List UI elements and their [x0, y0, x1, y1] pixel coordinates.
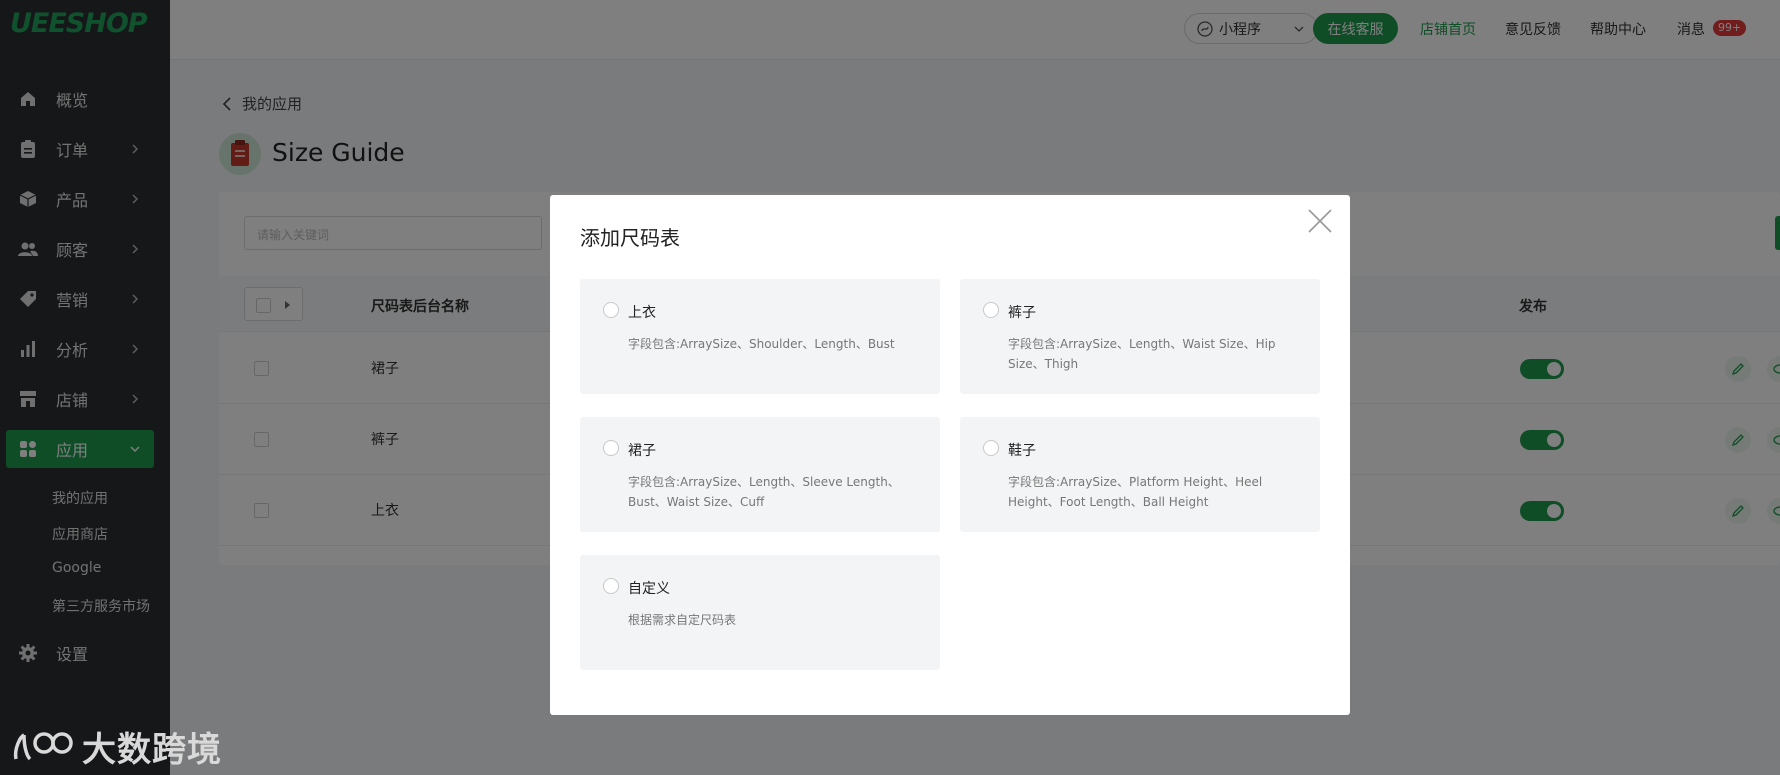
watermark-logo-icon [13, 731, 73, 760]
modal-title: 添加尺码表 [580, 226, 680, 250]
add-size-chart-modal: 添加尺码表 上衣 字段包含:ArraySize、Shoulder、Length、… [550, 195, 1350, 715]
option-description: 字段包含:ArraySize、Length、Sleeve Length、Bust… [628, 475, 900, 509]
option-radio[interactable] [603, 440, 619, 456]
option-title: 鞋子 [1008, 443, 1036, 459]
watermark: 大数跨境 [12, 722, 222, 771]
option-description: 字段包含:ArraySize、Shoulder、Length、Bust [628, 337, 895, 351]
close-icon[interactable] [1306, 207, 1334, 235]
option-title: 上衣 [628, 305, 656, 321]
option-title: 裤子 [1008, 305, 1036, 321]
option-radio[interactable] [603, 302, 619, 318]
watermark-text: 大数跨境 [82, 730, 222, 770]
option-card-skirt[interactable]: 裙子 字段包含:ArraySize、Length、Sleeve Length、B… [580, 417, 940, 532]
option-radio[interactable] [603, 578, 619, 594]
option-card-tops[interactable]: 上衣 字段包含:ArraySize、Shoulder、Length、Bust [580, 279, 940, 394]
option-card-shoes[interactable]: 鞋子 字段包含:ArraySize、Platform Height、Heel H… [960, 417, 1320, 532]
option-title: 裙子 [628, 443, 656, 459]
option-description: 字段包含:ArraySize、Platform Height、Heel Heig… [1008, 475, 1263, 509]
option-radio[interactable] [983, 302, 999, 318]
option-title: 自定义 [628, 581, 670, 597]
option-radio[interactable] [983, 440, 999, 456]
option-description: 字段包含:ArraySize、Length、Waist Size、Hip Siz… [1008, 337, 1276, 371]
option-card-custom[interactable]: 自定义 根据需求自定尺码表 [580, 555, 940, 670]
option-card-pants[interactable]: 裤子 字段包含:ArraySize、Length、Waist Size、Hip … [960, 279, 1320, 394]
option-description: 根据需求自定尺码表 [628, 613, 737, 627]
